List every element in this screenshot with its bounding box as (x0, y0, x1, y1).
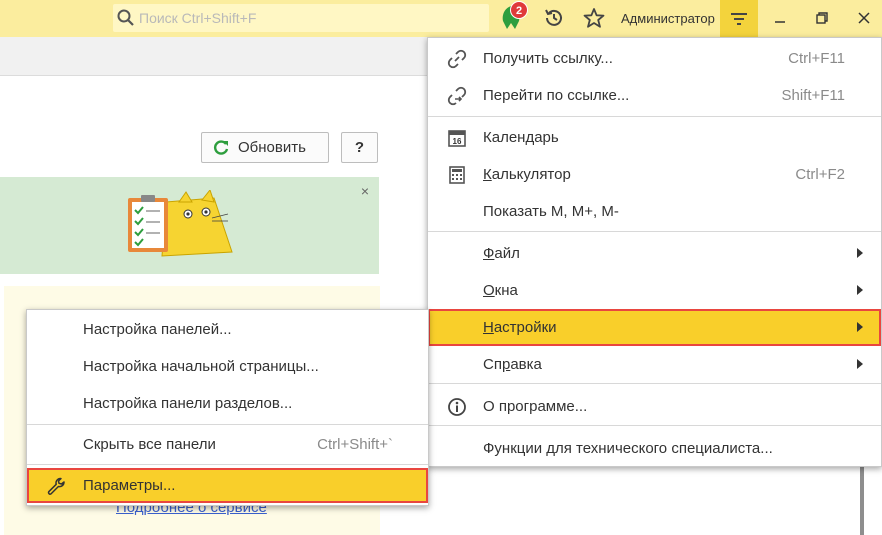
search-input[interactable]: Поиск Ctrl+Shift+F (113, 4, 489, 32)
banner-close-icon[interactable]: × (361, 183, 369, 199)
history-icon (545, 9, 562, 26)
history-button[interactable] (541, 5, 567, 31)
submenu-arrow-icon (857, 248, 863, 258)
menu-item-label: Калькулятор (483, 166, 571, 183)
menu-item-about[interactable]: О программе... (428, 388, 881, 424)
minimize-icon (775, 21, 785, 23)
menu-item-show-memory[interactable]: Показать М, М+, М- (428, 193, 881, 229)
submenu-item-home-page-settings[interactable]: Настройка начальной страницы... (27, 349, 428, 385)
close-icon (858, 12, 870, 24)
menu-item-label: Получить ссылку... (483, 50, 613, 67)
user-name[interactable]: Администратор (621, 11, 715, 26)
menu-separator (428, 425, 881, 426)
menu-item-label: Окна (483, 282, 518, 299)
submenu-item-label: Настройка панели разделов... (83, 395, 293, 412)
menu-item-get-link[interactable]: Получить ссылку... Ctrl+F11 (428, 40, 881, 76)
wrench-icon (45, 475, 67, 497)
submenu-item-shortcut: Ctrl+Shift+` (317, 436, 393, 453)
refresh-button[interactable]: Обновить (201, 132, 329, 163)
main-menu-dropdown: Получить ссылку... Ctrl+F11 Перейти по с… (427, 37, 882, 467)
submenu-item-panel-settings[interactable]: Настройка панелей... (27, 312, 428, 348)
submenu-separator (27, 424, 428, 425)
info-icon (446, 396, 468, 418)
menu-item-label: Функции для технического специалиста... (483, 440, 773, 457)
menu-separator (428, 231, 881, 232)
main-menu-button[interactable] (720, 0, 758, 37)
submenu-arrow-icon (857, 322, 863, 332)
menu-item-shortcut: Shift+F11 (781, 87, 845, 104)
refresh-label: Обновить (238, 139, 306, 156)
submenu-arrow-icon (857, 285, 863, 295)
menu-item-shortcut: Ctrl+F2 (795, 166, 845, 183)
menu-item-windows[interactable]: Окна (428, 272, 881, 308)
submenu-item-label: Параметры... (83, 477, 176, 494)
submenu-item-sections-panel-settings[interactable]: Настройка панели разделов... (27, 386, 428, 422)
link-icon (446, 48, 468, 70)
menu-item-label: Календарь (483, 129, 559, 146)
menu-item-label: Справка (483, 356, 542, 373)
goto-link-icon (446, 85, 468, 107)
search-icon (117, 9, 135, 31)
search-placeholder: Поиск Ctrl+Shift+F (139, 10, 257, 26)
menu-item-label: Настройки (483, 319, 557, 336)
minimize-button[interactable] (767, 5, 793, 31)
submenu-item-label: Настройка начальной страницы... (83, 358, 319, 375)
menu-item-label: Перейти по ссылке... (483, 87, 630, 104)
section-header-bar (0, 37, 430, 76)
calendar-icon-day: 16 (453, 137, 462, 146)
submenu-item-parameters[interactable]: Параметры... (27, 468, 428, 503)
calendar-icon: 16 (446, 127, 468, 149)
hamburger-icon (731, 12, 747, 25)
menu-item-help[interactable]: Справка (428, 346, 881, 382)
help-button[interactable]: ? (341, 132, 378, 163)
close-button[interactable] (851, 5, 877, 31)
menu-item-go-to-link[interactable]: Перейти по ссылке... Shift+F11 (428, 77, 881, 113)
top-bar: Поиск Ctrl+Shift+F 2 Администратор (0, 0, 882, 37)
submenu-arrow-icon (857, 359, 863, 369)
refresh-icon (212, 139, 230, 157)
submenu-item-label: Настройка панелей... (83, 321, 232, 338)
calculator-icon (446, 164, 468, 186)
submenu-item-label: Скрыть все панели (83, 436, 216, 453)
submenu-separator (27, 464, 428, 465)
menu-separator (428, 383, 881, 384)
menu-item-calculator[interactable]: Калькулятор Ctrl+F2 (428, 156, 881, 192)
menu-separator (428, 116, 881, 117)
menu-item-file[interactable]: Файл (428, 235, 881, 271)
restore-icon (816, 12, 828, 24)
menu-item-tech-specialist[interactable]: Функции для технического специалиста... (428, 430, 881, 466)
menu-item-label: Файл (483, 245, 520, 262)
cat-with-checklist-illustration (124, 188, 234, 264)
submenu-item-hide-all-panels[interactable]: Скрыть все панели Ctrl+Shift+` (27, 427, 428, 463)
menu-item-label: О программе... (483, 398, 588, 415)
notification-badge: 2 (510, 1, 528, 19)
menu-item-settings[interactable]: Настройки (428, 309, 881, 346)
menu-item-shortcut: Ctrl+F11 (788, 50, 845, 67)
favorites-button[interactable] (581, 5, 607, 31)
menu-item-calendar[interactable]: 16 Календарь (428, 119, 881, 155)
restore-button[interactable] (809, 5, 835, 31)
menu-item-label: Показать М, М+, М- (483, 203, 619, 220)
star-icon (583, 8, 605, 28)
settings-submenu: Настройка панелей... Настройка начальной… (26, 309, 429, 506)
